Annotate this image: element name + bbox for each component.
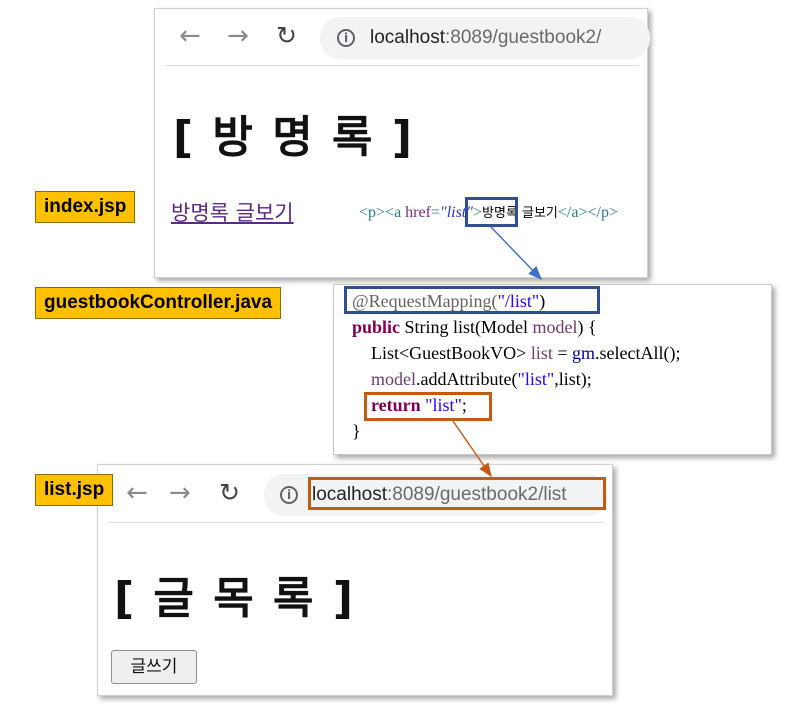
arrow-href-to-mapping xyxy=(489,225,542,281)
arrow-return-to-url xyxy=(452,420,492,478)
flow-arrows xyxy=(452,225,542,478)
